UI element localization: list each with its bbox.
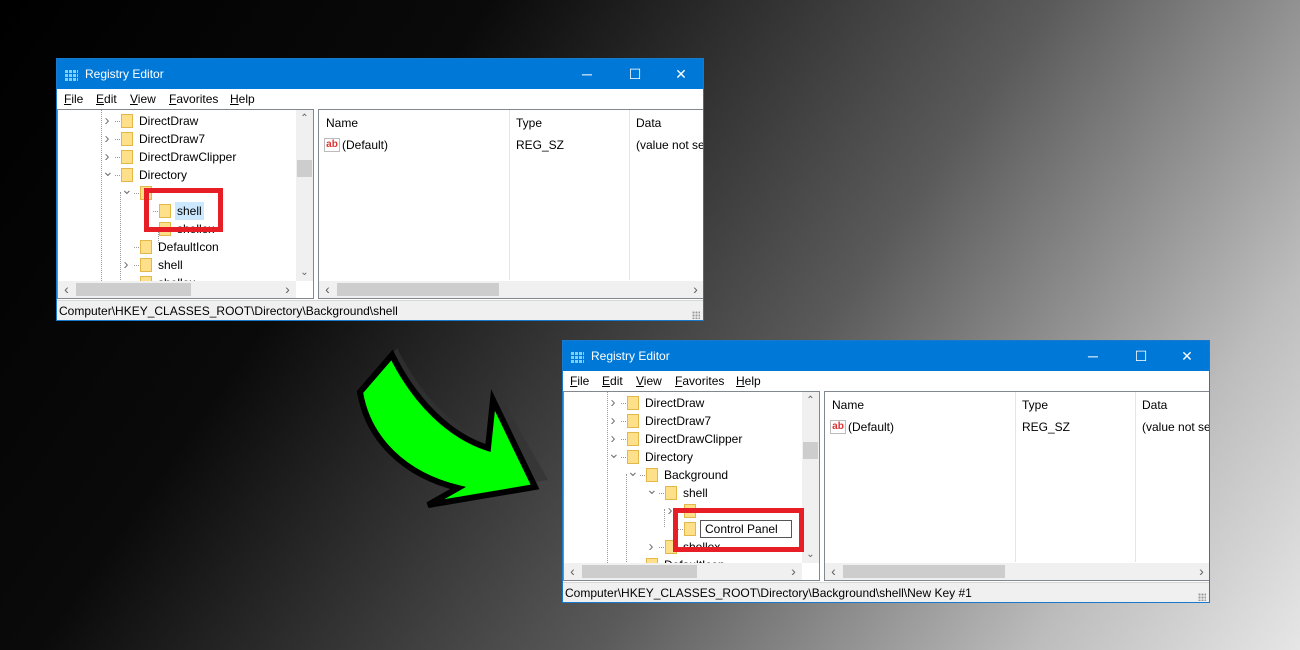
arrow-icon [356,349,540,508]
arrow-graphic [356,348,548,508]
